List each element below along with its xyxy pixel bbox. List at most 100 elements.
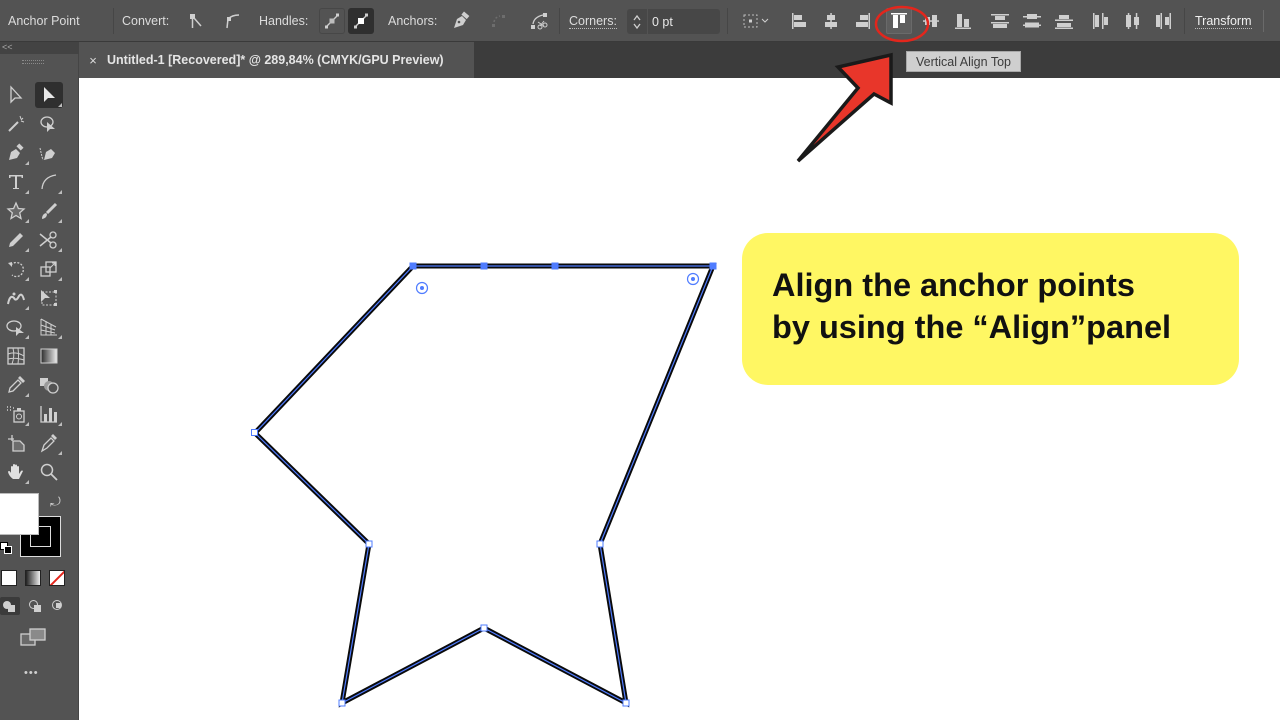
- direct-selection-tool[interactable]: [35, 82, 63, 108]
- convert-label: Convert:: [122, 14, 170, 28]
- color-mode-button[interactable]: [1, 570, 17, 586]
- close-tab-icon[interactable]: ×: [79, 53, 107, 68]
- divider: [727, 8, 728, 34]
- selection-tool[interactable]: [2, 82, 30, 108]
- pencil-icon: [9, 233, 23, 247]
- curvature-pen-icon: [39, 147, 55, 161]
- free-transform-tool[interactable]: [35, 285, 63, 311]
- cut-path-at-anchor-icon: [531, 13, 548, 30]
- vertical-align-center-button[interactable]: [918, 8, 944, 34]
- star-tool[interactable]: [2, 198, 30, 224]
- pen-tool[interactable]: [2, 140, 30, 166]
- convert-to-smooth-button[interactable]: [219, 8, 245, 34]
- horizontal-align-right-button[interactable]: [850, 8, 876, 34]
- toolbar-grip[interactable]: [22, 60, 44, 64]
- fill-swatch[interactable]: [0, 493, 39, 535]
- cut-path-button[interactable]: [526, 8, 552, 34]
- rotate-icon: [8, 261, 24, 278]
- connect-endpoints-button[interactable]: [486, 8, 512, 34]
- eyedropper-tool[interactable]: [2, 372, 30, 398]
- divider: [113, 8, 114, 34]
- collapse-toolbar-button[interactable]: <<: [0, 42, 79, 54]
- edit-toolbar-button[interactable]: •••: [24, 667, 39, 679]
- pencil-tool[interactable]: [2, 227, 30, 253]
- remove-anchor-pen-icon: [454, 11, 470, 28]
- gradient-icon: [40, 348, 58, 364]
- none-mode-button[interactable]: [49, 570, 65, 586]
- vertical-distribute-bottom-button[interactable]: [1051, 8, 1077, 34]
- vertical-distribute-top-button[interactable]: [987, 8, 1013, 34]
- scissors-tool[interactable]: [35, 227, 63, 253]
- arc-icon: [41, 174, 57, 190]
- corners-input[interactable]: [648, 9, 720, 34]
- free-transform-icon: [41, 290, 57, 306]
- shape-builder-tool[interactable]: [2, 314, 30, 340]
- artboard-tool[interactable]: [2, 430, 30, 456]
- corners-label[interactable]: Corners:: [569, 14, 617, 29]
- lasso-icon: [40, 116, 55, 132]
- zoom-tool[interactable]: [35, 459, 63, 485]
- horizontal-align-left-button[interactable]: [786, 8, 812, 34]
- vertical-align-top-button[interactable]: [886, 8, 912, 34]
- vertical-distribute-center-button[interactable]: [1019, 8, 1045, 34]
- paintbrush-tool[interactable]: [35, 198, 63, 224]
- blend-icon: [40, 378, 59, 394]
- magic-wand-tool[interactable]: [2, 111, 30, 137]
- hide-handles-button[interactable]: [348, 8, 374, 34]
- artboard-canvas[interactable]: [79, 78, 1280, 720]
- remove-anchor-button[interactable]: [448, 8, 474, 34]
- puppet-warp-tool[interactable]: [2, 285, 30, 311]
- default-fill-stroke-icon[interactable]: [0, 542, 12, 554]
- star-icon: [6, 201, 26, 220]
- callout-line-1: Align the anchor points: [772, 267, 1135, 303]
- hand-icon: [8, 464, 23, 479]
- anchors-label: Anchors:: [388, 14, 438, 28]
- arc-tool[interactable]: [35, 169, 63, 195]
- vertical-distribute-top-icon: [991, 14, 1009, 28]
- align-to-selection-icon: [743, 14, 769, 28]
- document-tab[interactable]: × Untitled-1 [Recovered]* @ 289,84% (CMY…: [79, 42, 474, 78]
- horizontal-align-left-icon: [792, 13, 806, 29]
- gradient-tool[interactable]: [35, 343, 63, 369]
- horizontal-distribute-center-button[interactable]: [1119, 8, 1145, 34]
- curvature-tool[interactable]: [35, 140, 63, 166]
- symbol-sprayer-tool[interactable]: [2, 401, 30, 427]
- vertical-align-bottom-button[interactable]: [950, 8, 976, 34]
- pen-nib-icon: [9, 143, 24, 160]
- slice-tool[interactable]: [35, 430, 63, 456]
- draw-inside-button[interactable]: [50, 597, 68, 615]
- mesh-tool[interactable]: [2, 343, 30, 369]
- swap-fill-stroke-icon[interactable]: ⤾: [50, 494, 61, 510]
- divider: [559, 8, 560, 34]
- vertical-align-top-icon: [891, 13, 907, 28]
- corners-stepper[interactable]: [627, 9, 647, 34]
- symbol-sprayer-icon: [7, 406, 25, 423]
- hand-tool[interactable]: [2, 459, 30, 485]
- align-to-dropdown[interactable]: [740, 8, 774, 34]
- selection-arrow-icon: [10, 85, 23, 104]
- scale-tool[interactable]: [35, 256, 63, 282]
- show-handles-button[interactable]: [319, 8, 345, 34]
- horizontal-distribute-right-button[interactable]: [1150, 8, 1176, 34]
- horizontal-distribute-left-icon: [1093, 13, 1108, 29]
- rotate-tool[interactable]: [2, 256, 30, 282]
- callout-line-2: by using the “Align”panel: [772, 309, 1172, 345]
- vertical-distribute-center-icon: [1023, 14, 1041, 28]
- horizontal-distribute-left-button[interactable]: [1088, 8, 1114, 34]
- screen-mode-button[interactable]: [20, 627, 48, 647]
- transform-link[interactable]: Transform: [1195, 14, 1252, 29]
- draw-normal-button[interactable]: [0, 597, 20, 615]
- panel-grip[interactable]: [1263, 10, 1264, 32]
- column-graph-tool[interactable]: [35, 401, 63, 427]
- type-tool[interactable]: [2, 169, 30, 195]
- perspective-grid-tool[interactable]: [35, 314, 63, 340]
- blend-tool[interactable]: [35, 372, 63, 398]
- vertical-align-center-icon: [923, 15, 939, 27]
- lasso-tool[interactable]: [35, 111, 63, 137]
- magnifier-icon: [40, 463, 58, 481]
- horizontal-align-center-button[interactable]: [818, 8, 844, 34]
- draw-behind-button[interactable]: [26, 597, 46, 615]
- convert-to-corner-button[interactable]: [183, 8, 209, 34]
- gradient-mode-button[interactable]: [25, 570, 41, 586]
- puppet-warp-icon: [7, 292, 25, 305]
